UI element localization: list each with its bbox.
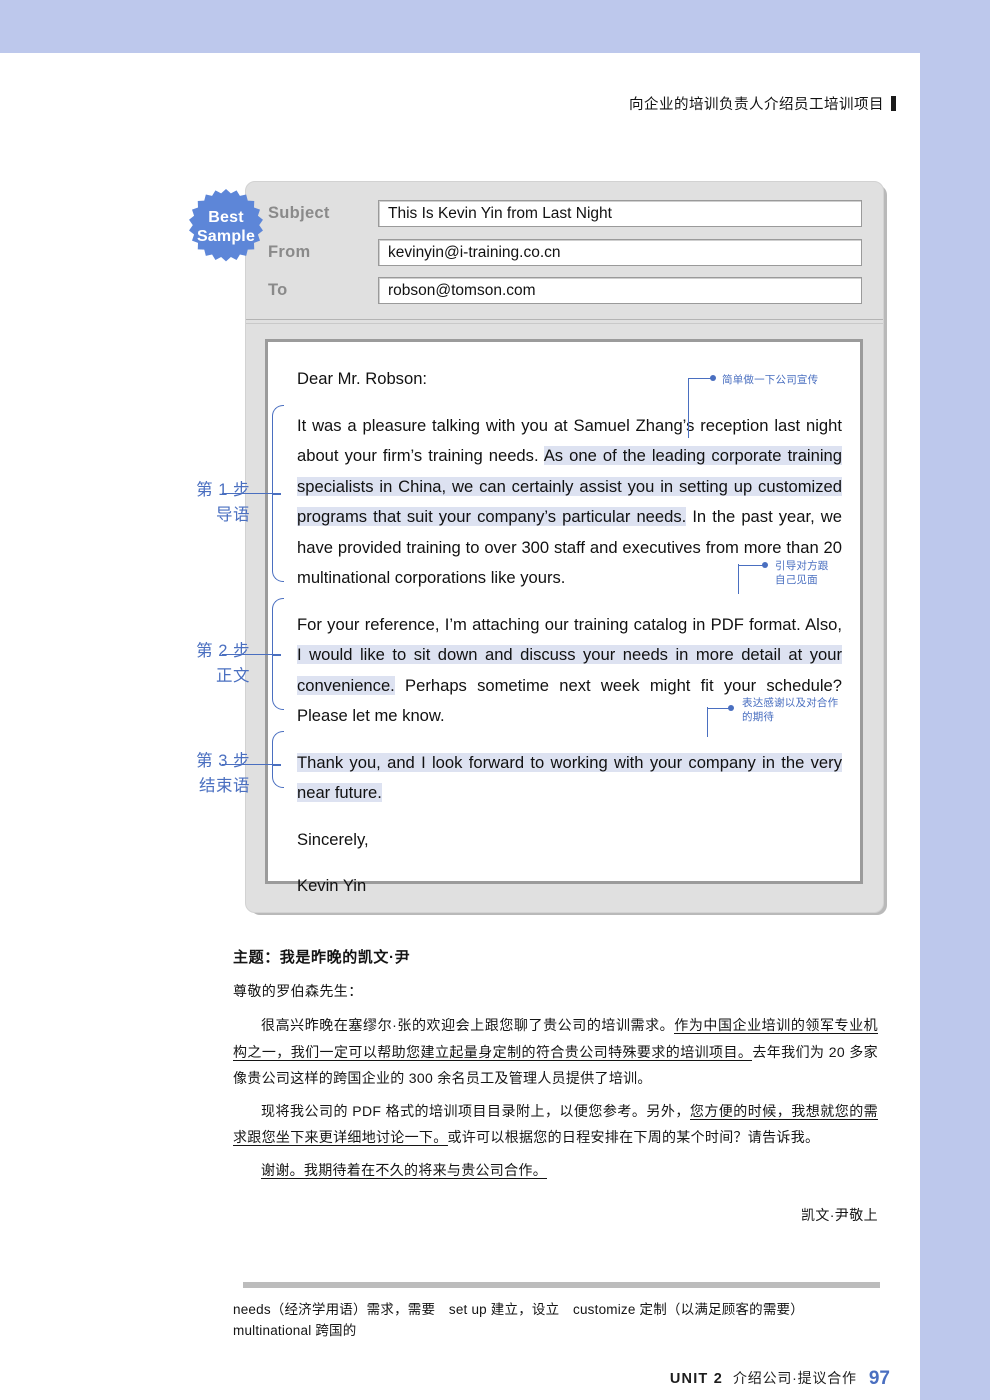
- step-3-leader-line: [222, 764, 272, 765]
- callout-2-line-vertical: [738, 564, 740, 594]
- step-3-name: 结束语: [199, 777, 250, 795]
- step-2-leader-line: [222, 654, 272, 655]
- email-card: Subject This Is Kevin Yin from Last Nigh…: [245, 181, 884, 913]
- translation-signoff: 凯文·尹敬上: [800, 1207, 878, 1223]
- step-3-brace-nub: [272, 764, 281, 766]
- zh-p3-underlined: 谢谢。我期待着在不久的将来与贵公司合作。: [261, 1161, 547, 1179]
- badge-line-1: Best: [208, 209, 244, 226]
- translation-paragraph-1: 很高兴昨晚在塞缪尔·张的欢迎会上跟您聊了贵公司的培训需求。作为中国企业培训的领军…: [233, 1012, 878, 1092]
- translation-block: 主题：我是昨晚的凯文·尹 尊敬的罗伯森先生： 很高兴昨晚在塞缪尔·张的欢迎会上跟…: [233, 946, 878, 1225]
- callout-3-dot-icon: [728, 705, 734, 711]
- from-label: From: [268, 243, 311, 261]
- to-input[interactable]: robson@tomson.com: [378, 277, 862, 304]
- subject-label: Subject: [268, 204, 330, 222]
- email-header: Subject This Is Kevin Yin from Last Nigh…: [246, 182, 883, 320]
- step-marker-2: 第 2 步 正文: [140, 639, 250, 689]
- email-body: Dear Mr. Robson: It was a pleasure talki…: [265, 339, 863, 895]
- vocabulary-line-2: multinational 跨国的: [233, 1323, 357, 1338]
- step-3-brace: [272, 731, 284, 788]
- footer-topic: 介绍公司·提议合作: [732, 1370, 857, 1386]
- page-sheet: 向企业的培训负责人介绍员工培训项目 Subject This Is Kevin …: [0, 53, 920, 1400]
- best-sample-badge: Best Sample: [186, 189, 266, 269]
- from-value: kevinyin@i-training.co.cn: [388, 244, 561, 261]
- step-1-name: 导语: [216, 506, 250, 524]
- translation-salutation: 尊敬的罗伯森先生：: [233, 983, 363, 999]
- callout-3-line-horizontal: [707, 707, 730, 709]
- callout-3-line-vertical: [707, 707, 709, 737]
- translation-paragraph-3: 谢谢。我期待着在不久的将来与贵公司合作。: [233, 1157, 878, 1184]
- step-1-leader-line: [222, 493, 272, 494]
- callout-1-line-horizontal: [688, 377, 712, 379]
- subject-value: This Is Kevin Yin from Last Night: [388, 205, 612, 222]
- zh-p2-b: 或许可以根据您的日程安排在下周的某个时间？请告诉我。: [447, 1129, 820, 1145]
- step-1-brace-nub: [272, 493, 281, 495]
- callout-1-text: 简单做一下公司宣传: [722, 374, 819, 386]
- step-1-number: 第 1 步: [196, 481, 250, 499]
- step-2-brace-nub: [272, 654, 281, 656]
- running-head: 向企业的培训负责人介绍员工培训项目: [629, 93, 896, 114]
- email-field-to: To robson@tomson.com: [268, 277, 862, 305]
- email-closing: Sincerely,: [297, 829, 369, 849]
- step-marker-1: 第 1 步 导语: [140, 478, 250, 528]
- running-head-text: 向企业的培训负责人介绍员工培训项目: [629, 97, 884, 113]
- page-footer: UNIT 2 介绍公司·提议合作 97: [600, 1368, 890, 1390]
- email-divider: [246, 319, 883, 320]
- email-paragraph-3: Thank you, and I look forward to working…: [297, 748, 842, 809]
- page-number: 97: [868, 1368, 890, 1389]
- badge-line-2: Sample: [196, 228, 256, 245]
- zh-p1-a: 很高兴昨晚在塞缪尔·张的欢迎会上跟您聊了贵公司的培训需求。: [261, 1017, 675, 1033]
- vocabulary-divider: [243, 1282, 880, 1288]
- translation-title: 主题：我是昨晚的凯文·尹: [233, 949, 411, 966]
- email-field-from: From kevinyin@i-training.co.cn: [268, 239, 862, 267]
- vocabulary-line-1: needs（经济学用语）需求，需要 set up 建立，设立 customize…: [233, 1302, 804, 1317]
- footer-unit: UNIT 2: [669, 1371, 723, 1387]
- step-3-number: 第 3 步: [196, 752, 250, 770]
- p2-part-a: For your reference, I’m attaching our tr…: [297, 614, 842, 634]
- running-head-marker-icon: [891, 96, 896, 111]
- subject-input[interactable]: This Is Kevin Yin from Last Night: [378, 200, 862, 227]
- email-body-text: Dear Mr. Robson: It was a pleasure talki…: [297, 364, 842, 902]
- step-2-number: 第 2 步: [196, 642, 250, 660]
- p3-highlight: Thank you, and I look forward to working…: [297, 752, 842, 802]
- step-2-name: 正文: [216, 667, 250, 685]
- translation-paragraph-2: 现将我公司的 PDF 格式的培训项目目录附上，以便您参考。另外，您方便的时候，我…: [233, 1098, 878, 1151]
- to-label: To: [268, 281, 288, 299]
- callout-2-dot-icon: [762, 562, 768, 568]
- to-value: robson@tomson.com: [388, 282, 536, 299]
- step-marker-3: 第 3 步 结束语: [140, 749, 250, 799]
- email-field-subject: Subject This Is Kevin Yin from Last Nigh…: [268, 200, 862, 228]
- email-paragraph-1: It was a pleasure talking with you at Sa…: [297, 411, 842, 594]
- badge-text: Best Sample: [186, 208, 266, 246]
- email-signature: Kevin Yin: [297, 876, 367, 895]
- zh-p2-a: 现将我公司的 PDF 格式的培训项目目录附上，以便您参考。另外，: [261, 1102, 690, 1119]
- callout-2-line-horizontal: [738, 564, 764, 566]
- callout-3-text: 表达感谢以及对合作 的期待: [742, 697, 839, 723]
- callout-1-line-vertical: [688, 378, 690, 438]
- callout-2-text: 引导对方跟 自己见面: [775, 560, 829, 586]
- from-input[interactable]: kevinyin@i-training.co.cn: [378, 239, 862, 266]
- email-divider-secondary: [246, 323, 883, 324]
- vocabulary-block: needs（经济学用语）需求，需要 set up 建立，设立 customize…: [233, 1299, 883, 1341]
- callout-1-dot-icon: [710, 375, 716, 381]
